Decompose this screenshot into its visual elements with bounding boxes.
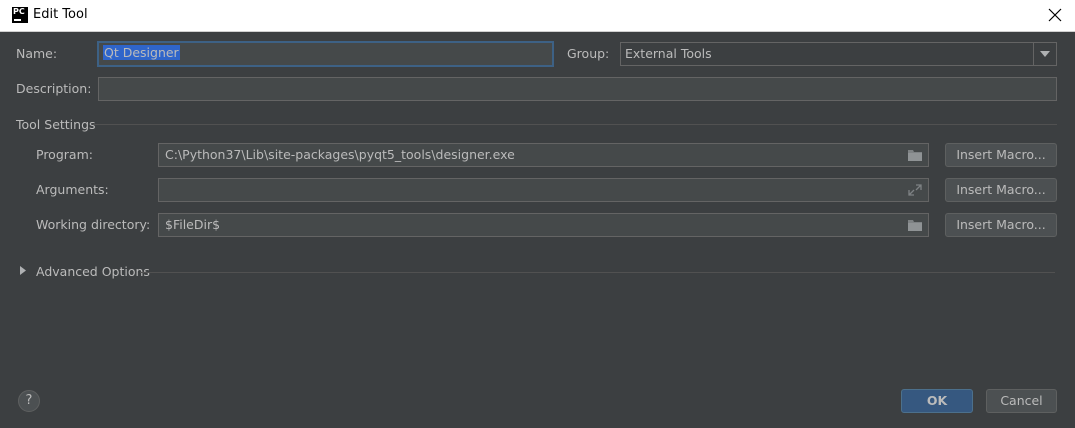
program-label: Program: xyxy=(36,147,93,162)
name-input[interactable]: Qt Designer xyxy=(97,41,554,67)
group-select-value: External Tools xyxy=(625,46,712,61)
folder-icon[interactable] xyxy=(908,219,922,231)
working-directory-label: Working directory: xyxy=(36,217,151,232)
working-directory-input-value: $FileDir$ xyxy=(165,217,221,232)
working-directory-insert-macro-button[interactable]: Insert Macro... xyxy=(945,213,1057,237)
close-icon[interactable] xyxy=(1045,5,1065,25)
advanced-options-divider xyxy=(140,272,1055,273)
title-bar: PC Edit Tool xyxy=(0,0,1075,32)
chevron-down-icon[interactable] xyxy=(1033,43,1056,65)
window-title: Edit Tool xyxy=(33,7,88,22)
program-input-value: C:\Python37\Lib\site-packages\pyqt5_tool… xyxy=(165,147,515,162)
name-label: Name: xyxy=(16,46,58,61)
name-input-value: Qt Designer xyxy=(103,45,180,60)
cancel-button[interactable]: Cancel xyxy=(986,389,1057,413)
tool-settings-divider xyxy=(93,124,1057,125)
program-input[interactable]: C:\Python37\Lib\site-packages\pyqt5_tool… xyxy=(158,143,929,167)
tool-settings-heading: Tool Settings xyxy=(16,117,96,132)
arguments-label: Arguments: xyxy=(36,182,109,197)
arguments-insert-macro-button[interactable]: Insert Macro... xyxy=(945,178,1057,202)
description-input[interactable] xyxy=(98,77,1057,101)
arguments-input[interactable] xyxy=(158,178,929,202)
working-directory-input[interactable]: $FileDir$ xyxy=(158,213,929,237)
program-insert-macro-button[interactable]: Insert Macro... xyxy=(945,143,1057,167)
ok-button[interactable]: OK xyxy=(901,389,973,413)
pycharm-icon: PC xyxy=(12,7,28,23)
chevron-right-icon xyxy=(20,266,26,275)
folder-icon[interactable] xyxy=(908,149,922,161)
description-label: Description: xyxy=(16,81,92,96)
help-button[interactable]: ? xyxy=(18,390,40,412)
advanced-options-label: Advanced Options xyxy=(36,264,150,279)
group-label: Group: xyxy=(567,46,610,61)
expand-icon[interactable] xyxy=(908,184,922,196)
group-select[interactable]: External Tools xyxy=(620,42,1057,66)
